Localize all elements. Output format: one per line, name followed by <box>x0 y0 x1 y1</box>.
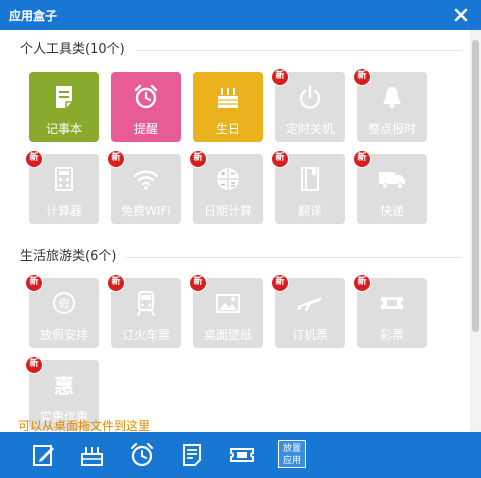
app-tile-express[interactable]: 快递 新 <box>353 150 427 224</box>
app-label: 订火车票 <box>121 328 170 342</box>
app-tile-date-calc[interactable]: 日期计算 新 <box>189 150 263 224</box>
lottery-icon[interactable] <box>229 442 255 468</box>
train-icon <box>137 290 155 316</box>
date-calc-icon <box>217 168 239 190</box>
new-badge: 新 <box>271 68 289 86</box>
app-tile-holiday[interactable]: 假 放假安排 新 <box>25 274 99 348</box>
section-divider <box>126 257 462 258</box>
app-label: 订机票 <box>291 328 328 342</box>
place-app-button[interactable]: 放置应用 <box>278 440 306 468</box>
document-icon[interactable] <box>179 442 205 468</box>
scrollbar[interactable] <box>470 30 481 432</box>
wifi-icon <box>133 170 159 190</box>
section-title-personal: 个人工具类(10个) <box>20 42 125 57</box>
app-tile-free-wifi[interactable]: 免费WIFI 新 <box>107 150 181 224</box>
svg-text:假: 假 <box>59 297 70 311</box>
app-label: 彩票 <box>379 328 404 342</box>
new-badge: 新 <box>271 274 289 292</box>
app-label: 提醒 <box>133 122 158 136</box>
wallpaper-icon <box>216 294 240 313</box>
new-badge: 新 <box>107 150 125 168</box>
lottery-icon <box>381 297 403 309</box>
discount-icon: 惠 <box>54 374 74 398</box>
app-tile-calculator[interactable]: 计算器 新 <box>25 150 99 224</box>
svg-text:惠: 惠 <box>54 374 74 398</box>
alarm-icon <box>134 84 158 109</box>
new-badge: 新 <box>189 150 207 168</box>
cake-icon[interactable] <box>79 442 105 468</box>
app-tile-wallpaper[interactable]: 桌面壁纸 新 <box>189 274 263 348</box>
section-divider <box>136 50 462 51</box>
bell-icon <box>383 87 401 109</box>
app-tile-reminder[interactable]: 提醒 <box>111 72 181 142</box>
calculator-icon <box>55 167 73 191</box>
truck-icon <box>379 172 405 189</box>
new-badge: 新 <box>189 274 207 292</box>
section-title-travel: 生活旅游类(6个) <box>20 249 117 264</box>
app-tile-train-ticket[interactable]: 订火车票 新 <box>107 274 181 348</box>
app-list: 个人工具类(10个) 记事本 提醒 生日 定时关机 新 整点报时 新 计算器 新… <box>0 30 470 432</box>
notepad-icon <box>56 86 72 108</box>
alarm-icon[interactable] <box>129 442 155 468</box>
scrollbar-thumb[interactable] <box>472 40 479 332</box>
power-icon <box>299 85 321 109</box>
book-icon <box>301 167 319 191</box>
new-badge: 新 <box>271 150 289 168</box>
app-label: 桌面壁纸 <box>203 328 252 342</box>
title-bar: 应用盒子 <box>0 0 481 30</box>
app-label: 整点报时 <box>367 122 416 136</box>
app-tile-timed-shutdown[interactable]: 定时关机 新 <box>271 68 345 142</box>
dock-bar: 放置应用 <box>0 432 481 478</box>
close-icon[interactable] <box>453 7 469 23</box>
app-label: 生日 <box>215 122 240 136</box>
app-tile-translate[interactable]: 翻译 新 <box>271 150 345 224</box>
holiday-icon: 假 <box>53 292 75 314</box>
plane-icon <box>298 297 322 311</box>
app-label: 计算器 <box>45 204 82 218</box>
new-badge: 新 <box>353 274 371 292</box>
window-title: 应用盒子 <box>9 9 58 23</box>
app-tile-flight-ticket[interactable]: 订机票 新 <box>271 274 345 348</box>
app-label: 放假安排 <box>39 328 88 342</box>
app-tile-lottery[interactable]: 彩票 新 <box>353 274 427 348</box>
new-badge: 新 <box>107 274 125 292</box>
app-label: 定时关机 <box>285 122 334 136</box>
cake-icon <box>218 88 238 108</box>
app-tile-hourly-chime[interactable]: 整点报时 新 <box>353 68 427 142</box>
new-badge: 新 <box>25 150 43 168</box>
app-tile-birthday[interactable]: 生日 <box>193 72 263 142</box>
new-badge: 新 <box>25 356 43 374</box>
new-badge: 新 <box>353 68 371 86</box>
app-label: 免费WIFI <box>121 204 171 218</box>
notepad-icon[interactable] <box>31 442 57 468</box>
app-label: 记事本 <box>45 122 82 136</box>
app-label: 翻译 <box>297 204 322 218</box>
app-label: 日期计算 <box>203 204 252 218</box>
new-badge: 新 <box>353 150 371 168</box>
new-badge: 新 <box>25 274 43 292</box>
app-tile-notepad[interactable]: 记事本 <box>29 72 99 142</box>
app-label: 快递 <box>379 204 404 218</box>
